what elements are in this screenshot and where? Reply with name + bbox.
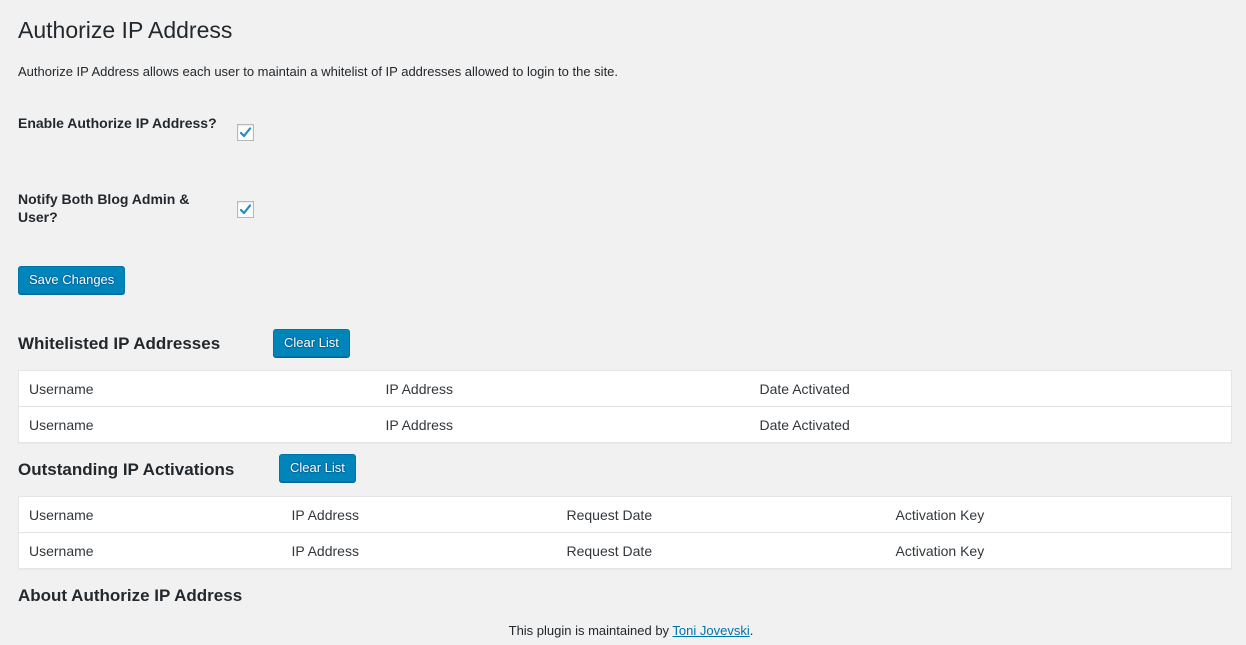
table-cell: Username: [29, 416, 94, 433]
page-description: Authorize IP Address allows each user to…: [18, 64, 619, 79]
table-cell: Username: [29, 542, 94, 559]
enable-label: Enable Authorize IP Address?: [18, 115, 217, 131]
notify-label: Notify Both Blog Admin & User?: [18, 191, 190, 225]
table-cell: IP Address: [385, 416, 453, 433]
about-text: This plugin is maintained by Toni Jovevs…: [0, 622, 1246, 640]
about-text-after: .: [749, 623, 754, 638]
save-changes-button[interactable]: Save Changes: [18, 266, 126, 294]
column-header: IP Address: [281, 496, 557, 533]
table-header-row: Username IP Address Date Activated: [18, 370, 1232, 407]
checkmark-icon: [239, 127, 252, 138]
whitelist-title: Whitelisted IP Addresses: [18, 334, 221, 353]
enable-checkbox[interactable]: [237, 124, 254, 141]
notify-checkbox[interactable]: [237, 201, 254, 218]
about-title: About Authorize IP Address: [18, 586, 243, 605]
table-cell: IP Address: [291, 542, 359, 559]
author-link[interactable]: Toni Jovevski: [672, 623, 749, 638]
table-row: Username IP Address Request Date Activat…: [19, 533, 1232, 569]
column-header: IP Address: [375, 370, 750, 407]
page-title: Authorize IP Address: [18, 17, 233, 43]
outstanding-title: Outstanding IP Activations: [18, 460, 235, 479]
table-row: Username IP Address Date Activated: [19, 407, 1232, 443]
table-cell: Date Activated: [759, 416, 850, 433]
whitelist-table: Username IP Address Date Activated Usern…: [18, 370, 1232, 443]
column-header: Activation Key: [885, 496, 1232, 533]
column-header: Username: [18, 496, 282, 533]
clear-outstanding-button[interactable]: Clear List: [279, 454, 356, 482]
column-header: Date Activated: [749, 370, 1232, 407]
table-header-row: Username IP Address Request Date Activat…: [18, 496, 1232, 533]
column-header: Username: [18, 370, 376, 407]
table-cell: Request Date: [566, 542, 653, 559]
clear-whitelist-button[interactable]: Clear List: [273, 329, 350, 357]
table-cell: Activation Key: [895, 542, 985, 559]
outstanding-table: Username IP Address Request Date Activat…: [18, 496, 1232, 569]
about-text-before: This plugin is maintained by: [508, 623, 673, 638]
column-header: Request Date: [556, 496, 886, 533]
checkmark-icon: [239, 204, 252, 215]
